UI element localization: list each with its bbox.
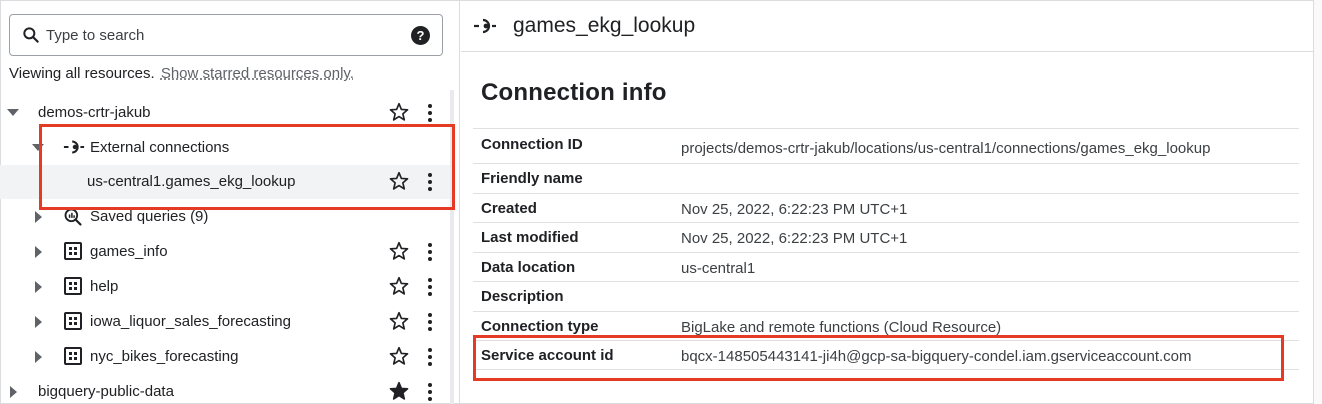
viewing-status: Viewing all resources. Show starred reso…: [9, 65, 354, 82]
detail-scrollbar[interactable]: [1313, 0, 1322, 404]
info-row-last-modified: Last modified Nov 25, 2022, 6:22:23 PM U…: [473, 222, 1299, 252]
connection-icon: [63, 140, 85, 154]
info-row-description: Description: [473, 281, 1299, 311]
dataset-label: nyc_bikes_forecasting: [90, 348, 239, 365]
info-row-data-location: Data location us-central1: [473, 251, 1299, 282]
dataset-label: iowa_liquor_sales_forecasting: [90, 313, 291, 330]
connection-icon: [474, 18, 496, 34]
dataset-icon: [64, 312, 82, 330]
tree-item-dataset[interactable]: iowa_liquor_sales_forecasting: [0, 305, 450, 339]
connection-label: us-central1.games_ekg_lookup: [87, 173, 296, 190]
info-value: Nov 25, 2022, 6:22:23 PM UTC+1: [681, 200, 908, 218]
star-filled-icon[interactable]: [388, 380, 410, 402]
show-starred-link[interactable]: Show starred resources only.: [161, 65, 354, 82]
info-value: Nov 25, 2022, 6:22:23 PM UTC+1: [681, 230, 908, 247]
dataset-icon: [64, 277, 82, 295]
info-value: BigLake and remote functions (Cloud Reso…: [681, 318, 1002, 336]
info-row-service-account: Service account id bqcx-148505443141-ji4…: [473, 340, 1299, 370]
info-value: projects/demos-crtr-jakub/locations/us-c…: [681, 140, 1211, 157]
search-input[interactable]: [46, 24, 406, 46]
more-vert-icon[interactable]: [424, 347, 436, 367]
more-vert-icon[interactable]: [424, 312, 436, 332]
viewing-text: Viewing all resources.: [9, 65, 155, 82]
project-label: demos-crtr-jakub: [38, 104, 151, 121]
info-row-created: Created Nov 25, 2022, 6:22:23 PM UTC+1: [473, 192, 1299, 223]
saved-queries-label: Saved queries (9): [90, 208, 209, 225]
expand-caret-icon[interactable]: [35, 281, 42, 293]
search-box[interactable]: ?: [9, 14, 443, 56]
section-title: Connection info: [481, 79, 667, 106]
tree-item-project[interactable]: demos-crtr-jakub: [0, 96, 450, 130]
info-row-connection-type: Connection type BigLake and remote funct…: [473, 310, 1299, 341]
help-icon[interactable]: ?: [411, 26, 430, 45]
detail-panel: games_ekg_lookup Connection info Connect…: [461, 0, 1322, 404]
more-vert-icon[interactable]: [424, 277, 436, 297]
more-vert-icon[interactable]: [424, 103, 436, 123]
search-icon: [23, 27, 39, 43]
dataset-label: help: [90, 278, 119, 295]
dataset-label: games_info: [90, 243, 168, 260]
info-key: Service account id: [481, 347, 614, 364]
detail-header: games_ekg_lookup: [461, 0, 1313, 52]
info-key: Description: [481, 288, 564, 305]
star-outline-icon[interactable]: [388, 170, 410, 192]
star-outline-icon[interactable]: [388, 275, 410, 297]
saved-query-icon: [64, 208, 82, 226]
star-outline-icon[interactable]: [388, 345, 410, 367]
info-value: us-central1: [681, 259, 756, 277]
explorer-panel: ? Viewing all resources. Show starred re…: [0, 0, 460, 404]
star-outline-icon[interactable]: [388, 101, 410, 123]
collapse-caret-icon[interactable]: [7, 109, 19, 116]
tree-item-external-connections[interactable]: External connections: [0, 131, 450, 165]
expand-caret-icon[interactable]: [35, 351, 42, 363]
more-vert-icon[interactable]: [424, 242, 436, 262]
expand-caret-icon[interactable]: [35, 246, 42, 258]
info-key: Friendly name: [481, 170, 583, 187]
star-outline-icon[interactable]: [388, 310, 410, 332]
expand-caret-icon[interactable]: [10, 386, 17, 398]
tree-item-public-project[interactable]: bigquery-public-data: [0, 375, 450, 404]
external-connections-label: External connections: [90, 139, 230, 156]
expand-caret-icon[interactable]: [35, 211, 42, 223]
tree-item-connection[interactable]: us-central1.games_ekg_lookup: [0, 165, 450, 199]
dataset-icon: [64, 242, 82, 260]
collapse-caret-icon[interactable]: [32, 144, 44, 151]
info-key: Data location: [481, 258, 576, 276]
info-row-friendly-name: Friendly name: [473, 163, 1299, 193]
tree-item-dataset[interactable]: nyc_bikes_forecasting: [0, 340, 450, 374]
more-vert-icon[interactable]: [424, 382, 436, 402]
explorer-scrollbar[interactable]: [450, 90, 454, 404]
page-title: games_ekg_lookup: [513, 14, 696, 37]
info-key: Connection type: [481, 317, 599, 335]
info-row-connection-id: Connection ID projects/demos-crtr-jakub/…: [473, 128, 1299, 163]
connection-info-table: Connection ID projects/demos-crtr-jakub/…: [473, 128, 1299, 370]
info-key: Connection ID: [481, 136, 583, 153]
dataset-icon: [64, 347, 82, 365]
info-key: Created: [481, 199, 537, 217]
info-value: bqcx-148505443141-ji4h@gcp-sa-bigquery-c…: [681, 348, 1192, 365]
more-vert-icon[interactable]: [424, 172, 436, 192]
expand-caret-icon[interactable]: [35, 316, 42, 328]
tree-item-dataset[interactable]: help: [0, 270, 450, 304]
tree-item-saved-queries[interactable]: Saved queries (9): [0, 200, 450, 234]
info-key: Last modified: [481, 229, 579, 246]
star-outline-icon[interactable]: [388, 240, 410, 262]
tree-item-dataset[interactable]: games_info: [0, 235, 450, 269]
public-project-label: bigquery-public-data: [38, 383, 174, 400]
